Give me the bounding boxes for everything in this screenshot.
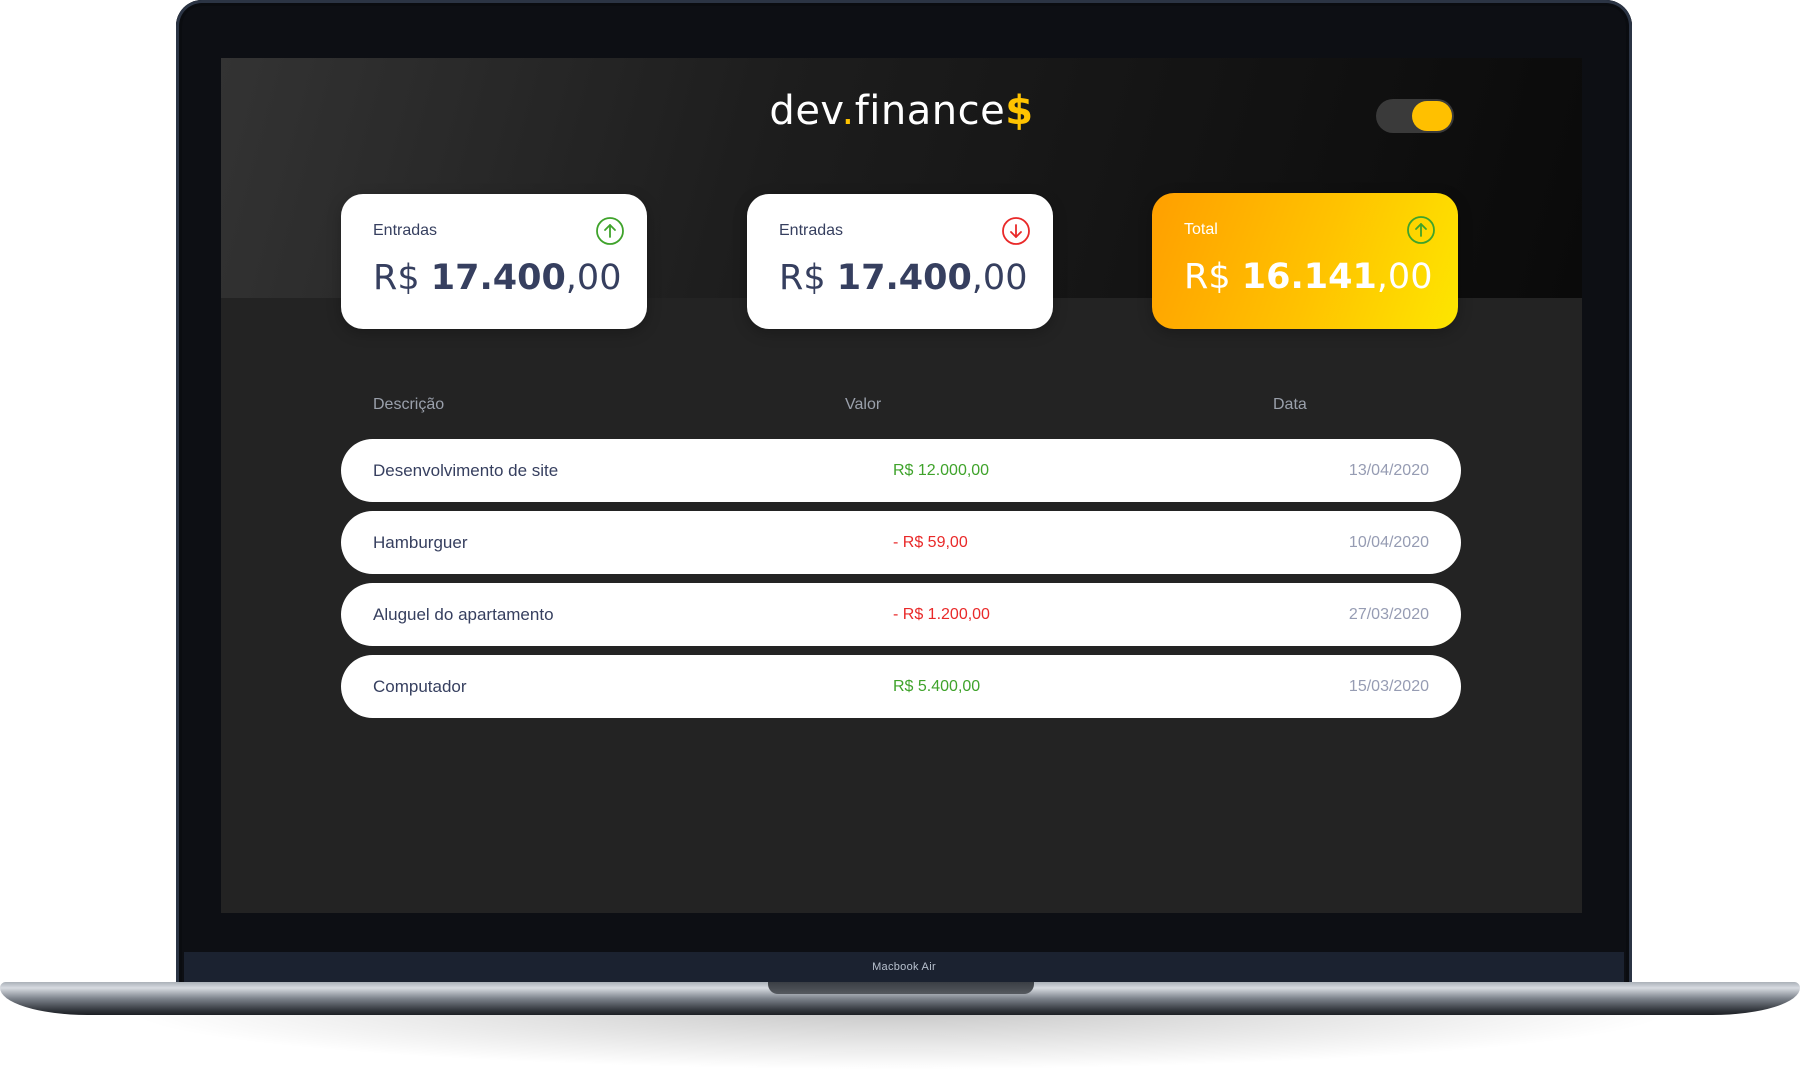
transaction-date: 13/04/2020 [1348,462,1429,479]
transaction-description: Desenvolvimento de site [373,461,559,480]
transaction-value: - R$ 59,00 [893,534,968,551]
logo-suffix: finance [854,88,1006,134]
arrow-up-circle-icon [1407,216,1435,244]
transaction-value: - R$ 1.200,00 [893,606,990,623]
transaction-description: Aluguel do apartamento [373,605,554,624]
currency-symbol: R$ [779,258,826,298]
transaction-row[interactable]: Computador R$ 5.400,00 15/03/2020 [341,655,1461,718]
logo-prefix: dev [769,88,842,134]
value-decimal: ,00 [1376,257,1433,297]
transaction-row[interactable]: Hamburguer - R$ 59,00 10/04/2020 [341,511,1461,574]
toggle-knob [1412,101,1452,131]
total-value: R$ 16.141,00 [1184,257,1432,297]
transaction-value: R$ 12.000,00 [893,462,990,479]
value-integer: 16.141 [1241,257,1377,297]
app-screen: dev.finance$ Entradas R$ 17.400,00 Entra… [221,58,1582,913]
device-label: Macbook Air [872,961,936,973]
transaction-date: 10/04/2020 [1348,534,1429,551]
transaction-date: 27/03/2020 [1348,606,1429,623]
column-header-value: Valor [845,396,882,413]
column-header-description: Descrição [373,396,445,413]
currency-symbol: R$ [1184,257,1231,297]
transaction-description: Computador [373,677,467,696]
total-card: Total R$ 16.141,00 [1152,193,1458,329]
column-header-date: Data [1273,396,1307,413]
card-label: Entradas [373,222,438,239]
arrow-down-circle-icon [1002,217,1030,245]
theme-toggle[interactable] [1376,99,1454,133]
value-integer: 17.400 [430,258,566,298]
expense-card: Entradas R$ 17.400,00 [747,194,1053,329]
card-label: Entradas [779,222,844,239]
card-label: Total [1184,221,1218,238]
income-card: Entradas R$ 17.400,00 [341,194,647,329]
transaction-date: 15/03/2020 [1348,678,1429,695]
logo-dollar-symbol: $ [1005,88,1034,134]
value-decimal: ,00 [565,258,622,298]
transaction-value: R$ 5.400,00 [893,678,981,695]
expense-value: R$ 17.400,00 [779,258,1027,298]
laptop-shadow [120,1010,1680,1070]
laptop-notch [768,982,1034,994]
transaction-row[interactable]: Aluguel do apartamento - R$ 1.200,00 27/… [341,583,1461,646]
transaction-row[interactable]: Desenvolvimento de site R$ 12.000,00 13/… [341,439,1461,502]
value-integer: 17.400 [836,258,972,298]
arrow-up-circle-icon [596,217,624,245]
value-decimal: ,00 [971,258,1028,298]
currency-symbol: R$ [373,258,420,298]
logo-dot: . [841,88,855,134]
transaction-description: Hamburguer [373,533,468,552]
income-value: R$ 17.400,00 [373,258,621,298]
